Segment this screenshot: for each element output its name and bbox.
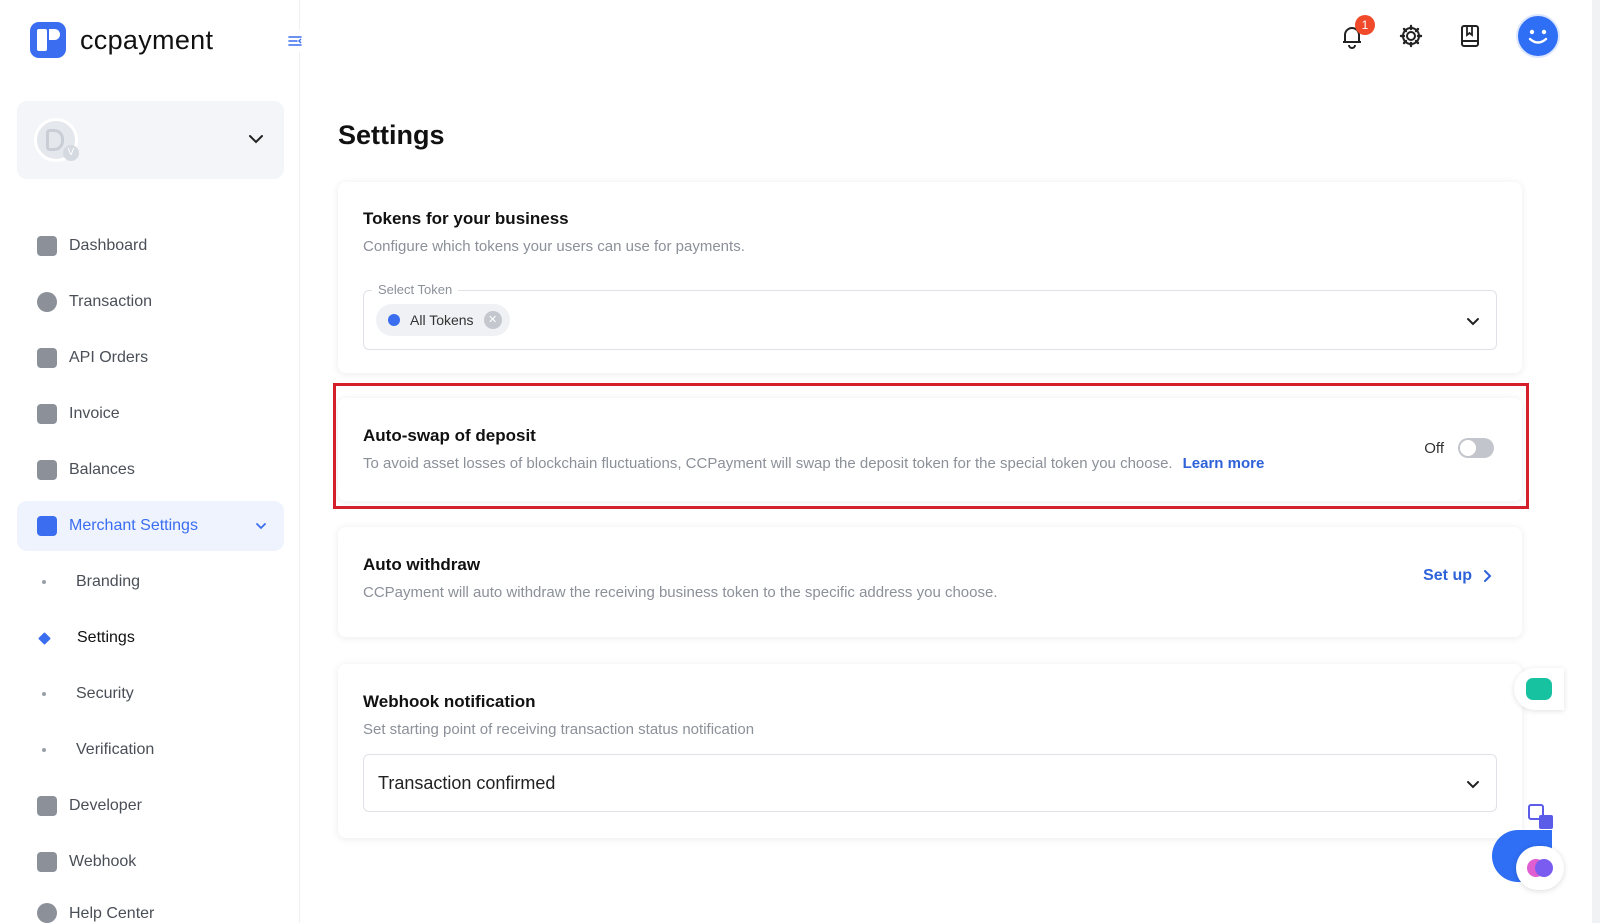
translate-icon[interactable] [1526, 802, 1556, 832]
highlight-box [333, 383, 1529, 509]
dashboard-icon [37, 236, 57, 256]
remove-chip-icon[interactable]: ✕ [483, 311, 502, 329]
sidebar-item-label: Webhook [69, 853, 137, 870]
webhook-card-description: Set starting point of receiving transact… [363, 721, 755, 738]
sidebar-item-label: Help Center [69, 905, 155, 922]
header-actions: 1 [1306, 14, 1560, 58]
chat-bubble-icon [1526, 678, 1552, 700]
webhook-selected-value: Transaction confirmed [378, 773, 556, 793]
sidebar-item-label: Transaction [69, 293, 152, 310]
sidebar-item-api-orders[interactable]: API Orders [17, 333, 284, 383]
sidebar-item-invoice[interactable]: Invoice [17, 389, 284, 439]
menu-collapse-icon [288, 36, 302, 46]
sidebar-subitem-label: Branding [76, 573, 141, 590]
gear-icon [1399, 24, 1423, 48]
sidebar: ccpayment V Dashboard Transaction API Or… [0, 0, 300, 923]
sidebar-item-label: Developer [69, 797, 142, 814]
sidebar-subitem-label: Security [76, 685, 134, 702]
settings-button[interactable] [1398, 23, 1424, 49]
sidebar-item-help-center[interactable]: Help Center [17, 893, 284, 923]
sidebar-subitem-label: Verification [76, 741, 155, 758]
active-diamond-icon [38, 631, 51, 645]
sidebar-item-merchant-settings[interactable]: Merchant Settings [17, 501, 284, 551]
chat-widget-button[interactable] [1514, 668, 1564, 710]
tokens-card-title: Tokens for your business [363, 209, 569, 228]
sidebar-subitem-security[interactable]: Security [17, 669, 284, 719]
setup-button[interactable]: Set up [1423, 567, 1494, 585]
sidebar-item-balances[interactable]: Balances [17, 445, 284, 495]
merchant-avatar: V [34, 118, 79, 162]
sidebar-nav: Dashboard Transaction API Orders Invoice… [17, 221, 284, 923]
bullet-icon [42, 748, 46, 752]
sidebar-subitem-settings[interactable]: Settings [17, 613, 284, 663]
chevron-down-icon [256, 523, 266, 530]
webhook-card: Webhook notification Set starting point … [338, 664, 1522, 838]
webhook-icon [37, 852, 57, 872]
tokens-card-description: Configure which tokens your users can us… [363, 238, 745, 255]
token-chip: All Tokens ✕ [376, 304, 510, 336]
brand-logo[interactable]: ccpayment [30, 22, 213, 58]
notification-count-badge: 1 [1355, 15, 1375, 35]
sidebar-item-label: Invoice [69, 405, 120, 422]
invoice-icon [37, 404, 57, 424]
sidebar-subitem-verification[interactable]: Verification [17, 725, 284, 775]
merchant-settings-icon [37, 516, 57, 536]
sidebar-item-dashboard[interactable]: Dashboard [17, 221, 284, 271]
brain-icon [1527, 859, 1553, 877]
verified-badge: V [63, 145, 79, 161]
sidebar-item-label: Dashboard [69, 237, 148, 254]
page-scrollbar[interactable] [1592, 0, 1600, 923]
sidebar-item-label: Balances [69, 461, 135, 478]
chevron-down-icon [249, 135, 263, 144]
collapse-sidebar-button[interactable] [284, 30, 306, 52]
sidebar-subitem-branding[interactable]: Branding [17, 557, 284, 607]
api-orders-icon [37, 348, 57, 368]
sidebar-item-label: API Orders [69, 349, 149, 366]
sidebar-item-transaction[interactable]: Transaction [17, 277, 284, 327]
user-avatar-button[interactable] [1516, 14, 1560, 58]
sidebar-item-label: Merchant Settings [69, 517, 198, 534]
balances-icon [37, 460, 57, 480]
sidebar-subitem-label: Settings [77, 629, 135, 646]
setup-label: Set up [1423, 567, 1472, 584]
developer-icon [37, 796, 57, 816]
token-select[interactable]: Select Token All Tokens ✕ [363, 282, 1497, 350]
tokens-card: Tokens for your business Configure which… [338, 182, 1522, 373]
webhook-status-select[interactable]: Transaction confirmed [363, 754, 1497, 812]
withdraw-card: Auto withdraw CCPayment will auto withdr… [338, 527, 1522, 637]
notification-button[interactable]: 1 [1339, 15, 1375, 49]
bullet-icon [42, 692, 46, 696]
smiley-avatar-icon [1528, 29, 1548, 44]
page-title: Settings [338, 120, 445, 150]
sidebar-item-developer[interactable]: Developer [17, 781, 284, 831]
book-icon [1461, 25, 1479, 47]
withdraw-card-title: Auto withdraw [363, 555, 481, 574]
merchant-switcher[interactable]: V [17, 101, 284, 179]
ai-assistant-button[interactable] [1516, 846, 1564, 890]
chevron-down-icon [1467, 781, 1479, 789]
chevron-down-icon [1467, 318, 1479, 326]
brand-name: ccpayment [80, 24, 214, 55]
sidebar-item-webhook[interactable]: Webhook [17, 837, 284, 887]
token-select-label: Select Token [372, 282, 459, 297]
chevron-right-icon [1484, 570, 1492, 582]
docs-button[interactable] [1457, 23, 1483, 49]
ccpayment-logo-icon [30, 22, 66, 58]
withdraw-card-description: CCPayment will auto withdraw the receivi… [363, 584, 998, 601]
transaction-icon [37, 292, 57, 312]
token-chip-label: All Tokens [410, 312, 474, 328]
token-dot-icon [388, 314, 400, 326]
help-center-icon [37, 903, 57, 923]
webhook-card-title: Webhook notification [363, 692, 536, 711]
bullet-icon [42, 580, 46, 584]
